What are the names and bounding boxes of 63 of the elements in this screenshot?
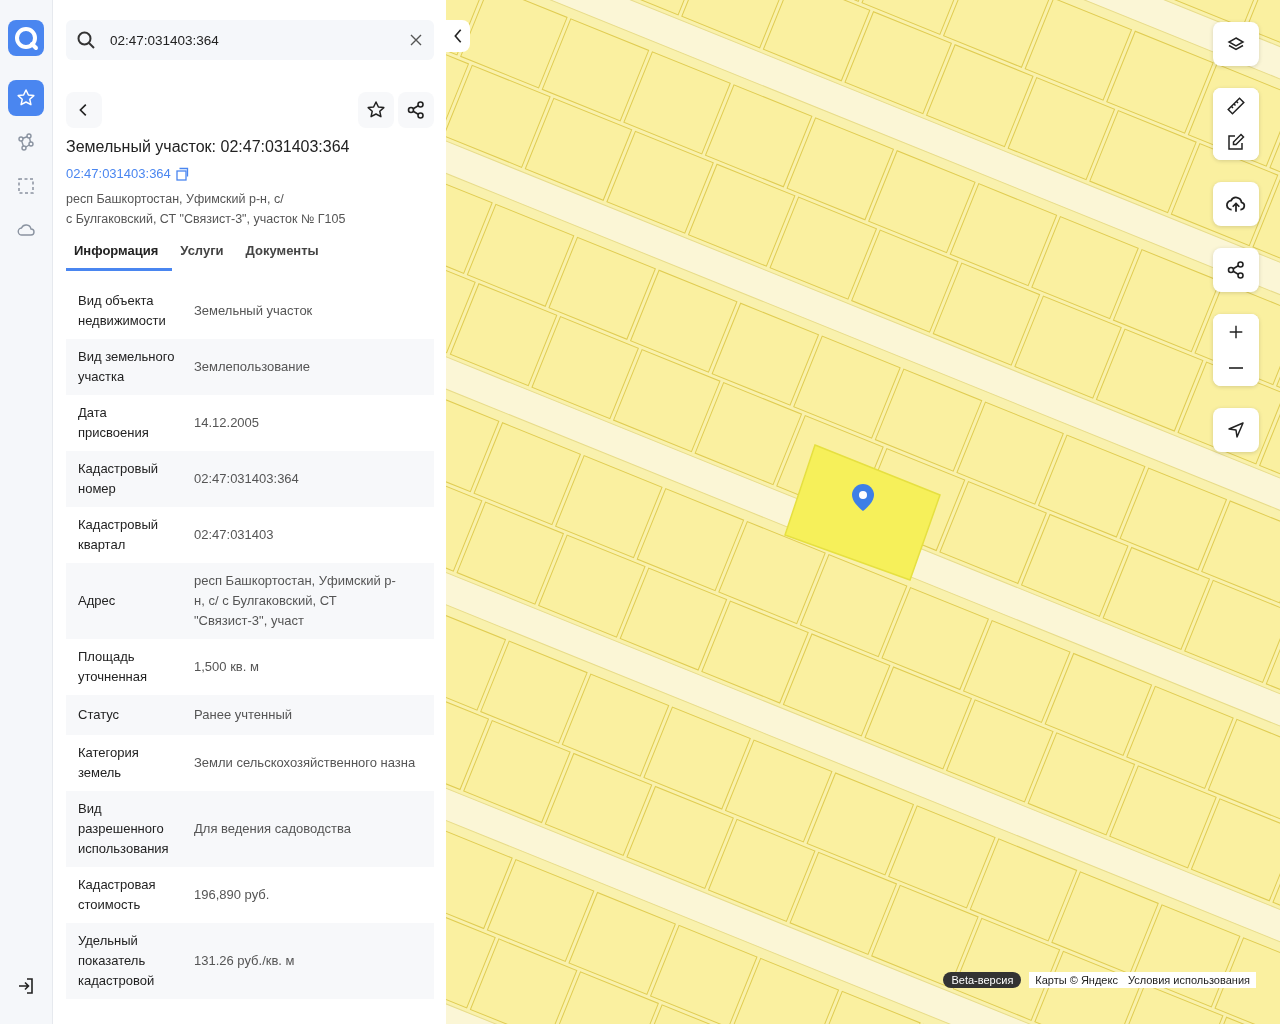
beta-badge: Beta-версия <box>943 972 1022 988</box>
row-label: Категория земель <box>78 744 140 782</box>
chevron-left-icon <box>452 27 464 45</box>
tab[interactable]: Услуги <box>172 237 238 271</box>
row-label: Удельный показатель кадастровой <box>78 932 156 990</box>
object-title: Земельный участок: 02:47:031403:364 <box>66 138 351 156</box>
row-label: Вид земельного участка <box>78 348 176 386</box>
row-label: Кадастровый квартал <box>78 516 160 554</box>
search-field[interactable]: 02:47:031403:364 <box>108 31 396 49</box>
share-icon <box>1226 260 1246 280</box>
map-attribution-link[interactable]: Карты © Яндекс <box>1035 974 1118 986</box>
terms-link[interactable]: Условия использования <box>1127 974 1250 986</box>
share-button[interactable] <box>398 92 434 128</box>
share-button[interactable] <box>1213 248 1259 292</box>
cadastral-number-link[interactable]: 02:47:031403:364 <box>66 166 171 181</box>
row-value: Земельный участок <box>194 302 314 320</box>
close-icon[interactable] <box>408 32 424 48</box>
row-value: Земли сельскохозяйственного назна <box>194 754 417 772</box>
address-line: с Булгаковский, СТ "Связист-3", участок № Г105 <box>66 211 347 228</box>
row-value: 131.26 руб./кв. м <box>194 952 296 970</box>
row-label: Вид объекта недвижимости <box>78 292 167 330</box>
row-label: Дата присвоения <box>78 404 150 442</box>
row-label: Кадастровый номер <box>78 460 160 498</box>
favorites-button[interactable] <box>8 80 44 116</box>
star-icon <box>366 100 386 120</box>
dashed-square-icon <box>16 176 36 196</box>
ruler-icon <box>1226 96 1246 116</box>
row-value: 14.12.2005 <box>194 414 261 432</box>
search-icon <box>76 30 96 50</box>
row-value: респ Башкортостан, Уфимский р-н, с/ с Булгаковский, СТ "Связист-3", участ <box>194 572 397 630</box>
tab[interactable]: Документы <box>237 237 333 271</box>
row-label: Кадастровая стоимость <box>78 876 157 914</box>
plus-icon <box>1227 323 1245 341</box>
row-value: 02:47:031403 <box>194 526 275 544</box>
row-value: Землепользование <box>194 358 311 376</box>
row-label: Площадь уточненная <box>78 648 149 686</box>
edit-icon <box>1226 132 1246 152</box>
collapse-panel-button[interactable] <box>446 20 470 52</box>
tab[interactable]: Информация <box>66 237 173 271</box>
row-value: Для ведения садоводства <box>194 820 352 838</box>
search-box[interactable]: 02:47:031403:364 <box>66 20 434 60</box>
row-value: 196,890 руб. <box>194 886 271 904</box>
row-label: Адрес <box>78 592 117 610</box>
address-line: респ Башкортостан, Уфимский р-н, с/ <box>66 191 285 208</box>
row-value: 1,500 кв. м <box>194 658 260 676</box>
navigation-arrow-icon <box>1226 420 1246 440</box>
logout-icon <box>16 976 36 996</box>
copy-button[interactable] <box>174 166 189 181</box>
polygon-icon <box>16 132 36 152</box>
app-logo-icon[interactable] <box>8 20 44 56</box>
minus-icon <box>1229 367 1243 369</box>
favorite-button[interactable] <box>358 92 394 128</box>
row-value: 02:47:031403:364 <box>194 470 300 488</box>
row-value: Ранее учтенный <box>194 706 293 724</box>
row-label: Статус <box>78 706 121 724</box>
star-icon <box>16 88 36 108</box>
row-label: Вид разрешенного использования <box>78 800 170 858</box>
copy-icon <box>174 166 189 181</box>
share-icon <box>406 100 426 120</box>
upload-button[interactable] <box>1213 182 1259 226</box>
layers-button[interactable] <box>1213 22 1259 66</box>
navigation-arrow-button[interactable] <box>1213 408 1259 452</box>
map-pin-icon[interactable] <box>852 484 874 511</box>
